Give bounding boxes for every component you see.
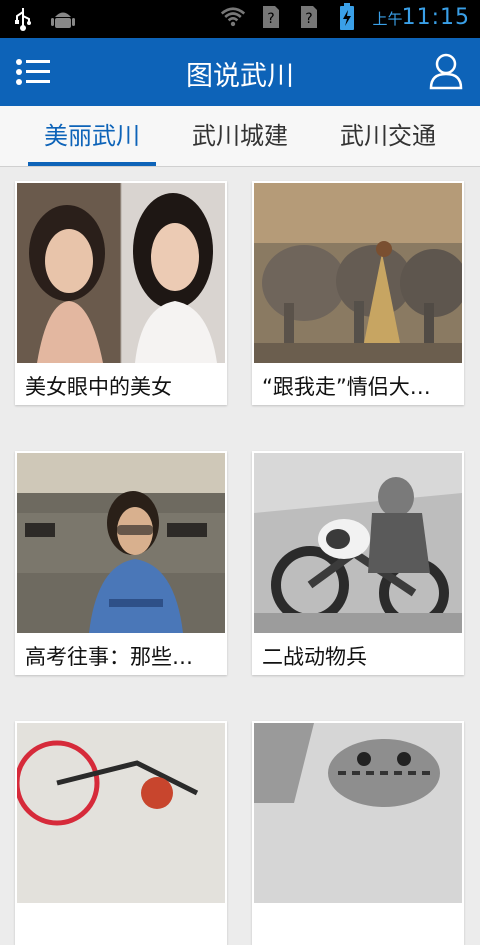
- svg-text:?: ?: [306, 11, 313, 27]
- card-caption: “跟我走”情侣大…: [262, 375, 431, 399]
- app-bar: 图说武川: [0, 38, 480, 106]
- card-caption: 二战动物兵: [262, 645, 367, 669]
- svg-text:?: ?: [268, 11, 275, 27]
- card-caption: [25, 909, 221, 945]
- active-tab-indicator: [28, 162, 156, 166]
- battery-charging-icon: [334, 3, 360, 30]
- status-left-icons: [10, 6, 76, 32]
- user-button[interactable]: [428, 52, 464, 90]
- gallery-card[interactable]: “跟我走”情侣大…: [252, 181, 464, 405]
- status-ampm: 上午: [372, 9, 403, 28]
- no-sim-icon: ?: [296, 4, 322, 30]
- card-thumbnail: [254, 183, 462, 363]
- android-debug-icon: [50, 6, 76, 32]
- wifi-icon: [220, 4, 246, 30]
- category-tabs: 美丽武川 武川城建 武川交通: [0, 106, 480, 167]
- gallery-card[interactable]: [15, 721, 227, 945]
- usb-icon: [10, 6, 36, 32]
- card-thumbnail: [254, 723, 462, 903]
- gallery-card[interactable]: 二战动物兵: [252, 451, 464, 675]
- gallery-card[interactable]: 高考往事：那些…: [15, 451, 227, 675]
- card-thumbnail: [254, 453, 462, 633]
- status-bar: ? ? 上午 11:15: [0, 0, 480, 38]
- card-thumbnail: [17, 723, 225, 903]
- user-icon: [429, 53, 463, 90]
- gallery-card[interactable]: 美女眼中的美女: [15, 181, 227, 405]
- card-thumbnail: [17, 183, 225, 363]
- card-caption: 高考往事：那些…: [25, 645, 193, 669]
- status-right-icons: ? ? 上午 11:15: [220, 3, 470, 30]
- gallery-card[interactable]: [252, 721, 464, 945]
- no-sim-icon: ?: [258, 4, 284, 30]
- card-caption: [262, 909, 458, 945]
- card-caption: 美女眼中的美女: [25, 375, 172, 399]
- tab-wuchuan-jiaotong[interactable]: 武川交通: [324, 106, 452, 166]
- app-title: 图说武川: [186, 61, 294, 92]
- tab-wuchuan-chengjian[interactable]: 武川城建: [176, 106, 304, 166]
- status-time: 11:15: [401, 4, 470, 30]
- tab-meili-wuchuan[interactable]: 美丽武川: [28, 106, 156, 166]
- card-thumbnail: [17, 453, 225, 633]
